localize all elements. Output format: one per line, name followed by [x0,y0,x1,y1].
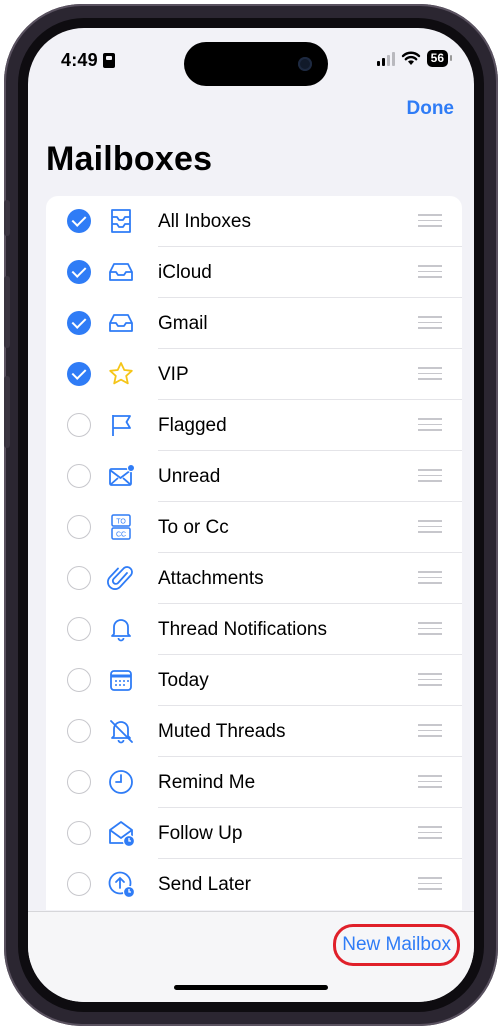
mailbox-row-attachments[interactable]: Attachments [46,553,462,604]
home-indicator[interactable] [174,985,328,990]
reorder-handle-icon[interactable] [418,418,442,432]
mailbox-list: All Inboxes iCloud Gmail VIP Flagged Unread TO… [46,196,462,910]
done-button[interactable]: Done [407,98,455,120]
clock-icon [107,768,135,796]
action-button [4,200,10,236]
mailbox-label: VIP [158,364,189,385]
mailbox-label: Flagged [158,415,227,436]
mailbox-label: To or Cc [158,517,229,538]
reorder-handle-icon[interactable] [418,214,442,228]
mailbox-row-today[interactable]: Today [46,655,462,706]
empty-circle-icon[interactable] [67,464,91,488]
reorder-handle-icon[interactable] [418,826,442,840]
mailbox-label: Follow Up [158,823,243,844]
reorder-handle-icon[interactable] [418,265,442,279]
mailbox-label: Unread [158,466,221,487]
inbox-icon [107,258,135,286]
star-icon [107,360,135,388]
battery-icon: 56 [426,50,453,67]
empty-circle-icon[interactable] [67,413,91,437]
new-mailbox-button[interactable]: New Mailbox [333,924,460,966]
reorder-handle-icon[interactable] [418,316,442,330]
checkmark-circle-icon[interactable] [67,260,91,284]
checkmark-circle-icon[interactable] [67,311,91,335]
mailbox-label: Thread Notifications [158,619,327,640]
svg-text:TO: TO [116,519,126,526]
paperclip-icon [107,564,135,592]
mailbox-label: Gmail [158,313,208,334]
sim-card-icon [102,53,115,68]
reorder-handle-icon[interactable] [418,622,442,636]
all-inboxes-icon [107,207,135,235]
mailbox-row-thread-notifications[interactable]: Thread Notifications [46,604,462,655]
empty-circle-icon[interactable] [67,872,91,896]
bottom-toolbar: New Mailbox [28,911,474,1002]
mailbox-label: Remind Me [158,772,256,793]
status-icons: 56 [376,50,453,67]
reorder-handle-icon[interactable] [418,673,442,687]
envelope-badge-icon [107,462,136,490]
reorder-handle-icon[interactable] [418,571,442,585]
reorder-handle-icon[interactable] [418,775,442,789]
mailbox-row-all-inboxes[interactable]: All Inboxes [46,196,462,247]
calendar-icon [107,666,135,694]
mailbox-row-flagged[interactable]: Flagged [46,400,462,451]
mailbox-label: iCloud [158,262,212,283]
status-time-text: 4:49 [61,50,98,70]
mailbox-label: All Inboxes [158,211,251,232]
mailbox-label: Muted Threads [158,721,286,742]
volume-down-button [4,376,10,448]
envelope-clock-icon [107,819,136,848]
mailbox-row-unread[interactable]: Unread [46,451,462,502]
reorder-handle-icon[interactable] [418,469,442,483]
empty-circle-icon[interactable] [67,770,91,794]
mailbox-row-icloud[interactable]: iCloud [46,247,462,298]
checkmark-circle-icon[interactable] [67,209,91,233]
mailbox-label: Today [158,670,209,691]
mailbox-row-muted-threads[interactable]: Muted Threads [46,706,462,757]
flag-icon [107,411,135,439]
to-cc-icon: TO CC [107,513,135,541]
reorder-handle-icon[interactable] [418,877,442,891]
mailbox-label: Send Later [158,874,251,895]
empty-circle-icon[interactable] [67,821,91,845]
empty-circle-icon[interactable] [67,668,91,692]
volume-up-button [4,276,10,348]
empty-circle-icon[interactable] [67,617,91,641]
empty-circle-icon[interactable] [67,566,91,590]
svg-text:CC: CC [116,532,126,539]
reorder-handle-icon[interactable] [418,724,442,738]
checkmark-circle-icon[interactable] [67,362,91,386]
mailbox-row-gmail[interactable]: Gmail [46,298,462,349]
mailbox-label: Attachments [158,568,264,589]
reorder-handle-icon[interactable] [418,367,442,381]
screen: 4:49 56 Done Mailboxes All Inboxes iCloud… [28,28,474,1002]
wifi-icon [401,51,420,65]
mailbox-row-send-later[interactable]: Send Later [46,859,462,910]
dynamic-island [184,42,328,86]
camera-icon [298,57,312,71]
bell-icon [107,615,135,643]
bell-slash-icon [107,717,135,745]
mailbox-row-follow-up[interactable]: Follow Up [46,808,462,859]
mailbox-row-remind-me[interactable]: Remind Me [46,757,462,808]
inbox-icon [107,309,135,337]
cellular-signal-icon [376,51,395,66]
reorder-handle-icon[interactable] [418,520,442,534]
mailbox-row-to-or-cc[interactable]: TO CC To or Cc [46,502,462,553]
page-title: Mailboxes [46,140,213,178]
status-time: 4:49 [61,50,115,71]
empty-circle-icon[interactable] [67,719,91,743]
send-later-icon [107,870,136,899]
mailbox-row-vip[interactable]: VIP [46,349,462,400]
empty-circle-icon[interactable] [67,515,91,539]
